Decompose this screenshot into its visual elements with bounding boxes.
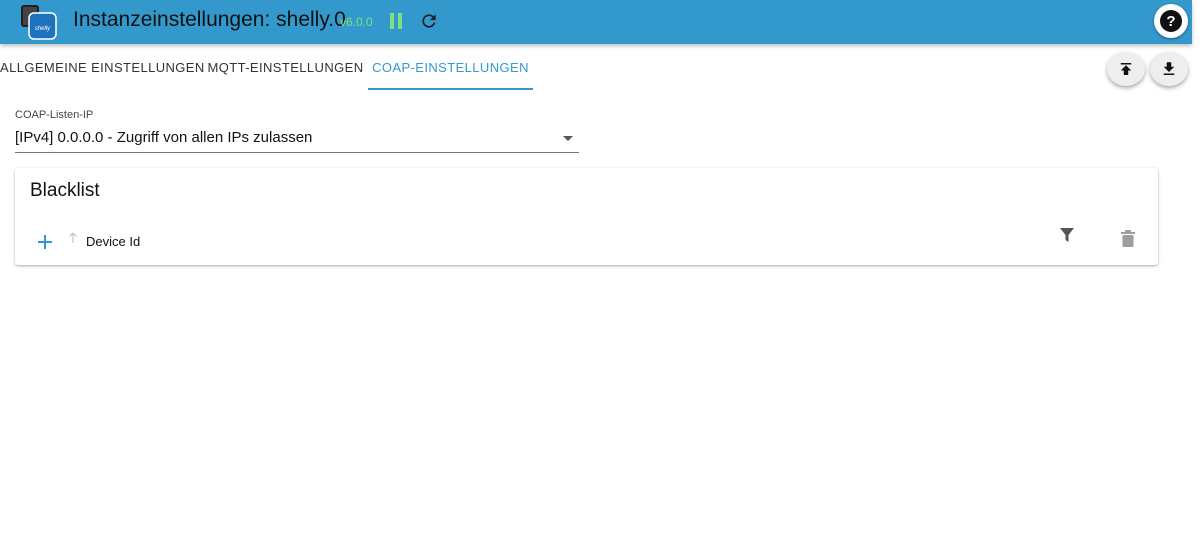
column-header-device-id[interactable]: Device Id [86, 234, 140, 249]
svg-text:shelly: shelly [35, 26, 51, 32]
blacklist-card: Blacklist Device Id [15, 168, 1158, 265]
coap-listen-ip-value: [IPv4] 0.0.0.0 - Zugriff von allen IPs z… [15, 129, 313, 146]
tab-coap-settings[interactable]: COAP-EINSTELLUNGEN [368, 44, 533, 90]
help-button[interactable]: ? [1154, 4, 1188, 38]
sort-arrow-icon[interactable] [68, 232, 78, 244]
tab-mqtt-settings[interactable]: MQTT-EINSTELLUNGEN [198, 44, 373, 90]
shelly-logo-icon: shelly [21, 5, 57, 40]
coap-listen-ip-select[interactable]: [IPv4] 0.0.0.0 - Zugriff von allen IPs z… [15, 126, 579, 153]
coap-listen-ip-label: COAP-Listen-IP [15, 109, 94, 121]
add-icon[interactable] [37, 234, 53, 250]
app-header: shelly Instanzeinstellungen: shelly.0 v6… [0, 0, 1192, 44]
version-badge: v6.0.0 [340, 15, 373, 29]
download-button[interactable] [1150, 52, 1188, 86]
upload-icon [1120, 63, 1132, 75]
chevron-down-icon [563, 136, 573, 141]
blacklist-title: Blacklist [30, 180, 100, 201]
refresh-icon[interactable] [419, 11, 439, 31]
upload-button[interactable] [1107, 52, 1145, 86]
delete-icon[interactable] [1121, 230, 1135, 247]
download-icon [1163, 62, 1175, 75]
tab-bar: ALLGEMEINE EINSTELLUNGEN MQTT-EINSTELLUN… [0, 44, 1192, 90]
page-title: Instanzeinstellungen: shelly.0 [73, 8, 346, 31]
tab-general-settings[interactable]: ALLGEMEINE EINSTELLUNGEN [0, 44, 204, 90]
filter-icon[interactable] [1059, 227, 1075, 243]
svg-text:?: ? [1166, 13, 1175, 30]
help-icon: ? [1160, 10, 1182, 32]
pause-icon[interactable] [390, 13, 404, 29]
